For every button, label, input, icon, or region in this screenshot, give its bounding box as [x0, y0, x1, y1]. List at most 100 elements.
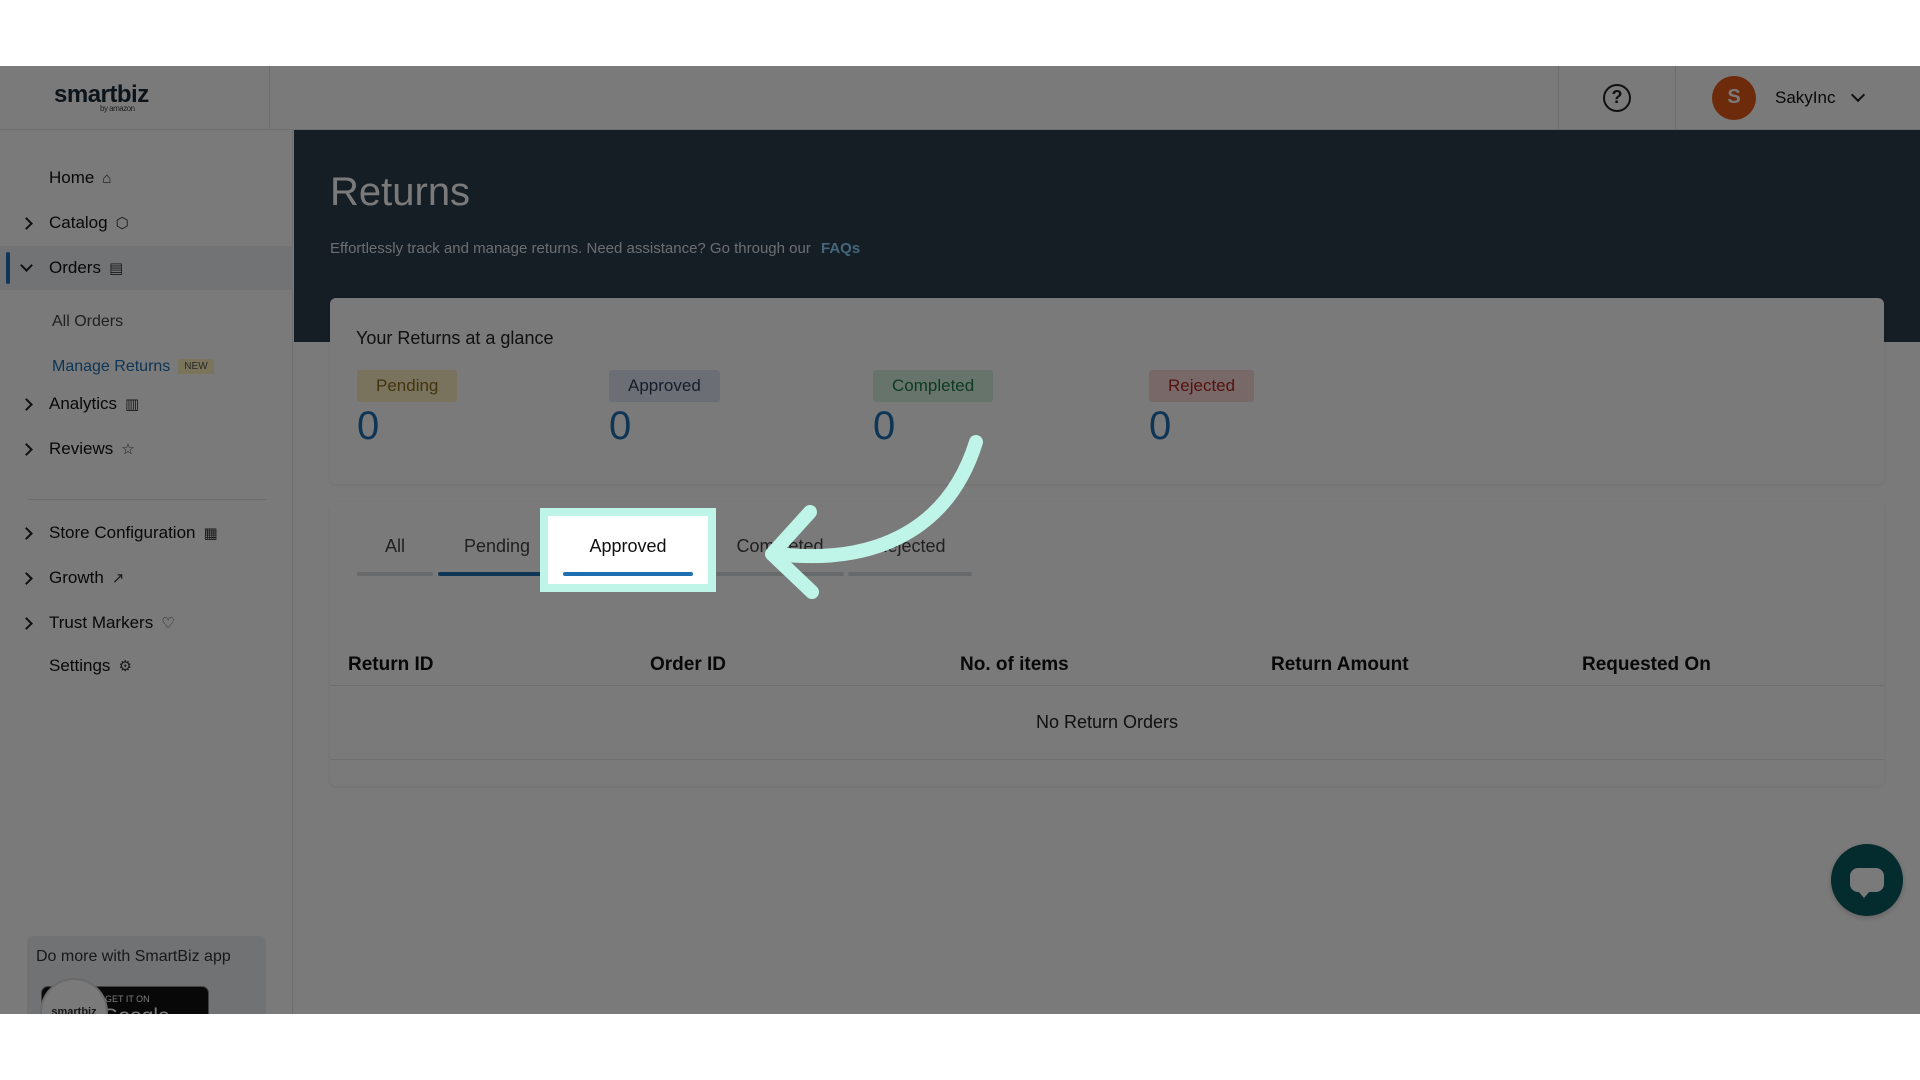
- chevron-right-icon: [20, 571, 33, 585]
- stat-rejected-value: 0: [1149, 404, 1172, 448]
- tab-completed[interactable]: Completed: [716, 532, 844, 576]
- sidebar-item-label: Analytics ▥: [49, 394, 139, 414]
- tab-approved-label: Approved: [589, 536, 667, 556]
- app-promo-text: Do more with SmartBiz app: [36, 948, 231, 965]
- tab-rejected-label: Rejected: [874, 536, 946, 556]
- smartbiz-logo[interactable]: smartbiz by amazon: [54, 82, 149, 113]
- stat-rejected-label: Rejected: [1149, 370, 1255, 402]
- sidebar-item-label: Growth ↗: [49, 568, 124, 588]
- stat-completed-label: Completed: [873, 370, 994, 402]
- chevron-right-icon: [20, 397, 33, 411]
- home-icon: ⌂: [102, 170, 112, 187]
- orders-label: Orders: [49, 258, 101, 277]
- sidebar-item-label: Settings ⚙: [49, 656, 132, 676]
- trust-markers-label: Trust Markers: [49, 613, 154, 632]
- settings-label: Settings: [49, 656, 111, 675]
- page-title: Returns: [330, 170, 471, 214]
- sidebar-item-label: Orders ▤: [49, 258, 123, 278]
- help-button[interactable]: ?: [1558, 66, 1676, 130]
- tab-pending[interactable]: Pending: [438, 532, 556, 576]
- growth-label: Growth: [49, 568, 104, 587]
- get-it-on-text: GET IT ON: [105, 994, 150, 1004]
- tab-all-label: All: [384, 536, 405, 556]
- sidebar-item-trust-markers[interactable]: Trust Markers ♡: [0, 601, 293, 645]
- bar-chart-icon: ▥: [125, 396, 140, 413]
- sidebar-item-settings[interactable]: Settings ⚙: [0, 644, 293, 688]
- sidebar-item-label: Reviews ☆: [49, 439, 135, 459]
- stat-completed: Completed 0: [873, 370, 994, 446]
- tab-all-underline: [357, 572, 433, 576]
- clipboard-icon: ▤: [108, 260, 124, 277]
- tab-completed-underline: [716, 572, 844, 576]
- gear-icon: ⚙: [118, 658, 132, 675]
- stat-pending-value: 0: [357, 404, 380, 448]
- stat-approved-value: 0: [609, 404, 632, 448]
- box-icon: ⬡: [115, 215, 129, 232]
- reviews-label: Reviews: [49, 439, 114, 458]
- sidebar-item-home[interactable]: Home ⌂: [0, 156, 293, 200]
- chat-icon: [1850, 868, 1884, 898]
- column-header-requested-on: Requested On: [1582, 654, 1711, 675]
- sidebar: Home ⌂ Catalog ⬡ Orders ▤ All Orders Manage…: [0, 130, 293, 1014]
- chevron-down-icon: [1851, 87, 1866, 102]
- chevron-down-icon: [20, 259, 33, 272]
- tab-pending-label: Pending: [463, 536, 531, 556]
- stat-approved: Approved 0: [609, 370, 720, 446]
- stat-rejected: Rejected 0: [1149, 370, 1255, 448]
- tab-rejected[interactable]: Rejected: [848, 532, 972, 576]
- analytics-label: Analytics: [49, 394, 118, 413]
- faq-link[interactable]: FAQs: [821, 240, 860, 257]
- tab-pending-underline: [438, 572, 556, 576]
- app-promo: Do more with SmartBiz app GET IT ON Goog…: [27, 936, 266, 1014]
- sidebar-divider: [28, 499, 266, 500]
- sidebar-item-orders[interactable]: Orders ▤: [0, 246, 293, 290]
- home-label: Home: [49, 168, 95, 187]
- sidebar-item-analytics[interactable]: Analytics ▥: [0, 382, 293, 426]
- stat-pending: Pending 0: [357, 370, 458, 448]
- chevron-right-icon: [20, 442, 33, 456]
- store-configuration-label: Store Configuration: [49, 523, 196, 542]
- new-badge: NEW: [178, 359, 214, 375]
- tab-rejected-underline: [848, 572, 972, 576]
- table-header: Return ID Order ID No. of items Return A…: [330, 640, 1884, 686]
- sidebar-item-label: Store Configuration ▦: [49, 523, 218, 543]
- trend-icon: ↗: [111, 570, 125, 587]
- sidebar-item-label: Trust Markers ♡: [49, 613, 175, 633]
- stat-approved-label: Approved: [609, 370, 720, 402]
- badge-icon: ♡: [161, 615, 175, 632]
- google-play-text: Google Play: [102, 1005, 208, 1014]
- tab-approved-underline: [563, 572, 693, 576]
- chevron-right-icon: [20, 216, 33, 230]
- chevron-right-icon: [20, 616, 33, 630]
- sidebar-item-reviews[interactable]: Reviews ☆: [0, 427, 293, 471]
- chevron-right-icon: [20, 526, 33, 540]
- column-header-return-amount: Return Amount: [1271, 654, 1409, 675]
- column-header-return-id: Return ID: [348, 654, 434, 675]
- page-subtitle-text: Effortlessly track and manage returns. N…: [330, 240, 811, 257]
- sidebar-item-store-configuration[interactable]: Store Configuration ▦: [0, 511, 293, 555]
- sidebar-subitem-manage-returns[interactable]: Manage Returns NEW: [52, 358, 214, 376]
- avatar: S: [1712, 75, 1756, 120]
- returns-glance-card: Your Returns at a glance Pending 0 Appro…: [330, 298, 1884, 484]
- help-circle-icon: ?: [1603, 83, 1631, 112]
- app-window: smartbiz by amazon ? S SakyInc Home ⌂ Cat…: [0, 66, 1920, 1014]
- manage-returns-label: Manage Returns: [52, 358, 171, 375]
- tab-all[interactable]: All: [357, 532, 433, 576]
- chat-button[interactable]: [1831, 844, 1903, 916]
- sidebar-item-label: Catalog ⬡: [49, 213, 129, 233]
- sidebar-subitem-all-orders[interactable]: All Orders: [52, 313, 123, 331]
- stat-pending-label: Pending: [357, 370, 458, 402]
- sidebar-item-growth[interactable]: Growth ↗: [0, 556, 293, 600]
- tab-approved[interactable]: Approved: [563, 532, 693, 576]
- page-subtitle: Effortlessly track and manage returns. N…: [330, 240, 860, 257]
- catalog-label: Catalog: [49, 213, 108, 232]
- column-header-no-of-items: No. of items: [960, 654, 1069, 675]
- empty-state: No Return Orders: [330, 686, 1884, 760]
- logo-container[interactable]: smartbiz by amazon: [0, 66, 270, 130]
- column-header-order-id: Order ID: [650, 654, 727, 675]
- tab-completed-label: Completed: [736, 536, 824, 556]
- user-menu[interactable]: S SakyInc: [1676, 66, 1920, 130]
- sidebar-item-label: Home ⌂: [49, 168, 111, 188]
- sidebar-item-catalog[interactable]: Catalog ⬡: [0, 201, 293, 245]
- glance-title: Your Returns at a glance: [356, 328, 554, 348]
